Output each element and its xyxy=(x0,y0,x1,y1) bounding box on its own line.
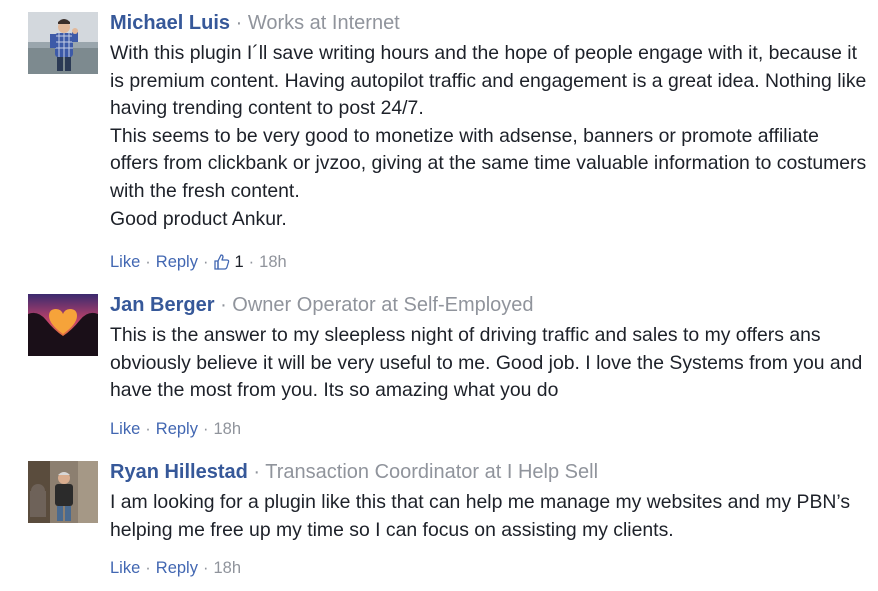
thumbs-up-icon[interactable] xyxy=(213,253,231,271)
separator: · xyxy=(253,461,261,483)
comment-header: Michael Luis · Works at Internet xyxy=(110,10,870,36)
reply-link[interactable]: Reply xyxy=(156,419,198,439)
separator: · xyxy=(202,253,209,271)
separator: · xyxy=(202,559,209,577)
separator: · xyxy=(248,253,255,271)
author-role: Works at Internet xyxy=(247,12,400,34)
avatar-photo-icon xyxy=(28,461,98,523)
timestamp[interactable]: 18h xyxy=(213,558,241,578)
comment-body: Michael Luis · Works at Internet With th… xyxy=(110,10,870,233)
avatar-photo-icon xyxy=(28,12,98,74)
comment-body: Ryan Hillestad · Transaction Coordinator… xyxy=(110,459,870,544)
separator: · xyxy=(220,294,227,316)
avatar[interactable] xyxy=(28,294,98,356)
author-role: Owner Operator at Self-Employed xyxy=(232,294,534,316)
like-link[interactable]: Like xyxy=(110,252,140,272)
like-count[interactable]: 1 xyxy=(234,252,243,272)
comment-body: Jan Berger · Owner Operator at Self-Empl… xyxy=(110,292,870,405)
comment-text: This is the answer to my sleepless night… xyxy=(110,322,870,405)
avatar-heart-sunset-icon xyxy=(28,294,98,356)
comment-actions: Like · Reply · 18h xyxy=(110,558,241,578)
author-name[interactable]: Jan Berger xyxy=(110,294,215,316)
separator: · xyxy=(202,420,209,438)
timestamp[interactable]: 18h xyxy=(213,419,241,439)
avatar[interactable] xyxy=(28,461,98,523)
comment-actions: Like · Reply · 18h xyxy=(110,419,241,439)
comment-paragraph: This is the answer to my sleepless night… xyxy=(110,324,863,402)
reply-link[interactable]: Reply xyxy=(156,558,198,578)
separator: · xyxy=(235,12,243,34)
comment-actions: Like · Reply · 1 · 18h xyxy=(110,252,287,272)
separator: · xyxy=(145,559,151,577)
separator: · xyxy=(145,420,151,438)
author-name[interactable]: Michael Luis xyxy=(110,12,230,34)
reply-link[interactable]: Reply xyxy=(156,252,198,272)
comment-header: Ryan Hillestad · Transaction Coordinator… xyxy=(110,459,870,485)
avatar[interactable] xyxy=(28,12,98,74)
comment-text: With this plugin I´ll save writing hours… xyxy=(110,40,870,233)
comment-paragraph: This seems to be very good to monetize w… xyxy=(110,124,867,202)
like-link[interactable]: Like xyxy=(110,419,140,439)
comment-paragraph: With this plugin I´ll save writing hours… xyxy=(110,42,867,120)
like-link[interactable]: Like xyxy=(110,558,140,578)
comment-paragraph: Good product Ankur. xyxy=(110,207,287,230)
separator: · xyxy=(145,253,151,271)
comment-paragraph: I am looking for a plugin like this that… xyxy=(110,491,851,541)
author-name[interactable]: Ryan Hillestad xyxy=(110,461,248,483)
comment-header: Jan Berger · Owner Operator at Self-Empl… xyxy=(110,292,870,318)
comment-text: I am looking for a plugin like this that… xyxy=(110,489,870,544)
author-role: Transaction Coordinator at I Help Sell xyxy=(265,461,599,483)
timestamp[interactable]: 18h xyxy=(259,252,287,272)
